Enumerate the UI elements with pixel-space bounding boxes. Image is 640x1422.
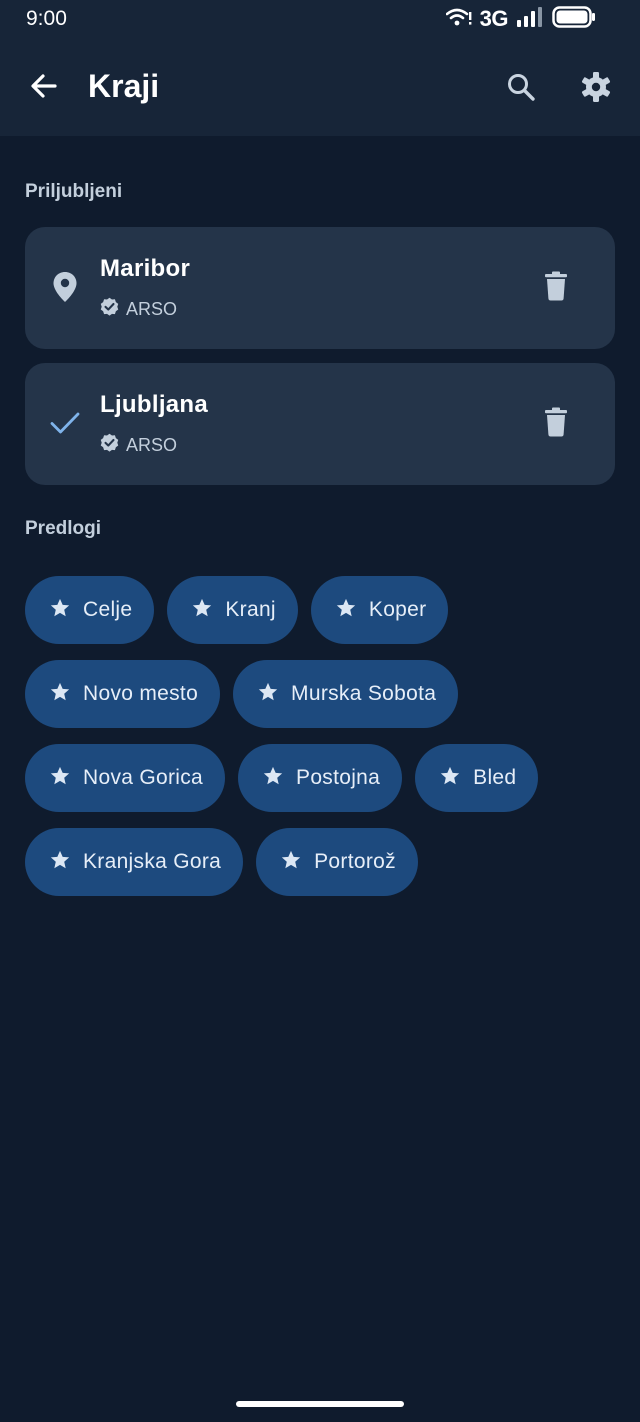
battery-icon (552, 5, 596, 33)
chip-celje[interactable]: Celje (25, 576, 155, 644)
star-icon (280, 849, 302, 876)
favorite-source: ARSO (100, 433, 177, 457)
chip-novo-mesto[interactable]: Novo mesto (25, 660, 221, 728)
star-icon (262, 765, 284, 792)
chip-murska-sobota[interactable]: Murska Sobota (233, 660, 459, 728)
chip-label: Kranj (225, 598, 276, 621)
search-icon (506, 72, 536, 107)
favorite-source: ARSO (100, 297, 177, 321)
page-title: Kraji (88, 68, 160, 104)
settings-button[interactable] (575, 68, 617, 110)
back-arrow-icon (29, 71, 59, 106)
search-button[interactable] (500, 68, 542, 110)
star-icon (49, 765, 71, 792)
network-type-label: 3G (479, 6, 509, 31)
favorite-name: Ljubljana (100, 391, 209, 418)
star-icon (191, 597, 213, 624)
star-icon (49, 849, 71, 876)
chip-koper[interactable]: Koper (310, 576, 449, 644)
chip-postojna[interactable]: Postojna (238, 744, 403, 812)
gear-icon (580, 71, 612, 108)
app-bar: Kraji (0, 38, 640, 136)
top-surface: 9:00 3G Kraji (0, 0, 640, 136)
chip-nova-gorica[interactable]: Nova Gorica (25, 744, 226, 812)
star-icon (439, 765, 461, 792)
favorites-header: Priljubljeni (25, 181, 123, 202)
trash-icon (544, 271, 568, 306)
locations-screen: 9:00 3G Kraji Priljubljeni Maribor ARSO … (0, 0, 640, 1422)
verified-icon (100, 297, 119, 321)
chip-portoroz[interactable]: Portorož (256, 828, 418, 896)
location-pin-icon (47, 269, 83, 305)
favorite-card-ljubljana[interactable]: Ljubljana ARSO (25, 363, 615, 485)
back-button[interactable] (24, 68, 64, 108)
source-label: ARSO (126, 298, 178, 319)
status-bar: 9:00 3G (0, 0, 640, 38)
chip-label: Celje (83, 598, 133, 621)
star-icon (49, 681, 71, 708)
chip-label: Novo mesto (83, 682, 199, 705)
favorite-name: Maribor (100, 255, 191, 282)
chip-label: Koper (368, 598, 427, 621)
delete-button-maribor[interactable] (537, 269, 575, 307)
chip-label: Bled (473, 766, 517, 789)
chip-kranj[interactable]: Kranj (167, 576, 298, 644)
suggestions-header: Predlogi (25, 518, 102, 539)
star-icon (257, 681, 279, 708)
star-icon (49, 597, 71, 624)
verified-icon (100, 433, 119, 457)
signal-icon (516, 6, 544, 33)
trash-icon (544, 407, 568, 442)
wifi-icon (445, 7, 472, 32)
favorite-card-maribor[interactable]: Maribor ARSO (25, 227, 615, 349)
chip-label: Portorož (314, 850, 396, 873)
source-label: ARSO (126, 434, 178, 455)
chip-label: Kranjska Gora (83, 850, 222, 873)
chip-label: Murska Sobota (291, 682, 437, 705)
chip-label: Postojna (296, 766, 381, 789)
chip-label: Nova Gorica (83, 766, 204, 789)
status-time: 9:00 (26, 7, 67, 30)
delete-button-ljubljana[interactable] (537, 405, 575, 443)
star-icon (335, 597, 357, 624)
chip-bled[interactable]: Bled (415, 744, 539, 812)
chip-kranjska-gora[interactable]: Kranjska Gora (25, 828, 244, 896)
home-indicator[interactable] (236, 1401, 404, 1407)
status-icons: 3G (445, 5, 596, 33)
suggestion-chips: Celje Kranj Koper Novo mesto Murska Sobo… (25, 576, 615, 896)
check-icon (47, 405, 83, 441)
